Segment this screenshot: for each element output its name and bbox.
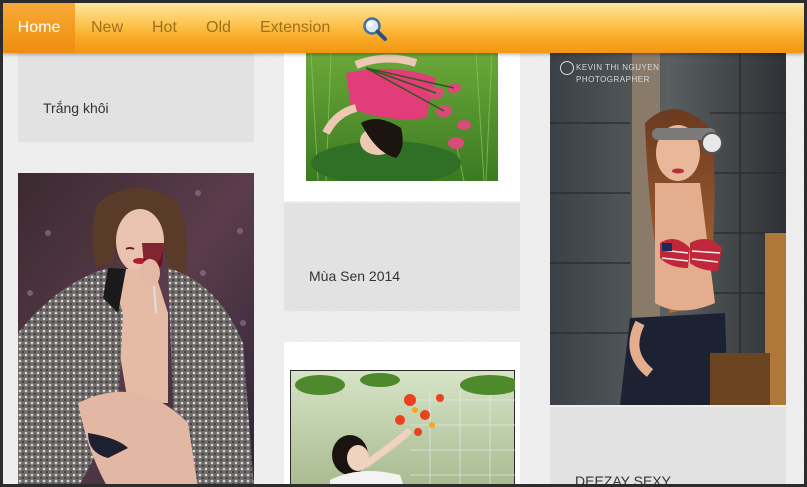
nav-hot[interactable]: Hot bbox=[152, 3, 177, 53]
album-photo[interactable] bbox=[290, 370, 515, 484]
album-card[interactable]: Trắng khôi bbox=[18, 43, 254, 142]
watermark-subtext: PHOTOGRAPHER bbox=[576, 75, 650, 84]
album-title[interactable]: Trắng khôi bbox=[43, 100, 109, 116]
nav-extension[interactable]: Extension bbox=[260, 3, 330, 53]
album-card[interactable]: KEVIN THI NGUYEN PHOTOGRAPHER bbox=[550, 53, 786, 405]
watermark-text: KEVIN THI NGUYEN bbox=[576, 63, 660, 73]
nav-old[interactable]: Old bbox=[206, 3, 231, 53]
album-card[interactable] bbox=[284, 342, 520, 484]
album-photo[interactable]: KEVIN THI NGUYEN PHOTOGRAPHER bbox=[550, 53, 786, 405]
nav-home[interactable]: Home bbox=[3, 3, 75, 53]
watermark-logo-icon bbox=[560, 61, 574, 75]
album-card[interactable] bbox=[284, 43, 520, 201]
album-photo[interactable] bbox=[18, 173, 254, 484]
album-title[interactable]: DEEZAY SEXY bbox=[575, 473, 671, 484]
top-navbar: Home New Hot Old Extension bbox=[3, 3, 804, 53]
photo-watermark: KEVIN THI NGUYEN PHOTOGRAPHER bbox=[560, 61, 659, 84]
album-card[interactable] bbox=[18, 173, 254, 484]
search-icon[interactable] bbox=[361, 15, 389, 43]
album-card[interactable]: DEEZAY SEXY bbox=[550, 407, 786, 484]
album-card[interactable]: Mùa Sen 2014 bbox=[284, 203, 520, 311]
album-photo[interactable] bbox=[306, 53, 498, 181]
album-title[interactable]: Mùa Sen 2014 bbox=[309, 268, 400, 284]
browser-viewport: Home New Hot Old Extension Trắng khôi Mù… bbox=[3, 3, 804, 484]
nav-new[interactable]: New bbox=[91, 3, 123, 53]
